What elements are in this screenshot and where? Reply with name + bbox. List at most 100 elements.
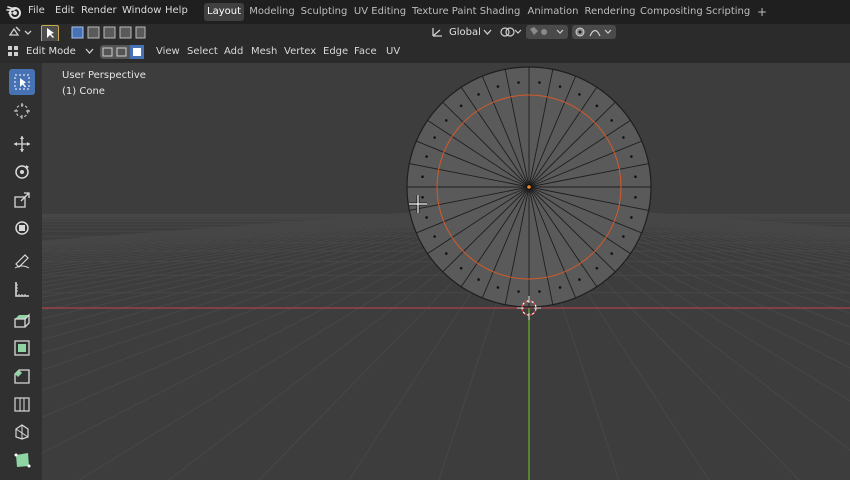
grid-line [606,212,850,243]
blender-logo-icon[interactable] [6,4,22,20]
3d-viewport[interactable]: User Perspective (1) Cone [42,63,850,480]
select-tool-settings-button[interactable] [41,25,59,42]
tab-rendering[interactable]: Rendering [584,3,636,21]
chevron-down-icon [85,48,94,54]
loop-cut-icon[interactable] [9,391,35,417]
face-dot [558,85,562,88]
menu-uv[interactable]: UV [386,46,400,57]
menu-edge[interactable]: Edge [323,46,348,57]
face-dot [634,175,637,179]
menu-file[interactable]: File [28,5,45,16]
face-dot [634,195,637,199]
move-icon[interactable] [9,131,35,157]
face-dot [538,290,541,293]
annotate-icon[interactable] [9,248,35,274]
bevel-icon[interactable] [9,363,35,389]
face-dot [622,136,625,139]
select-mode-group [100,45,144,59]
face-dot [622,235,625,238]
tab-animation[interactable]: Animation [526,3,580,21]
menu-window[interactable]: Window [122,5,161,16]
face-dot [578,278,581,281]
measure-icon[interactable] [9,276,35,302]
tab-shading[interactable]: Shading [478,3,522,21]
face-dot [610,119,614,122]
toolbar [0,63,42,480]
tab-compositing[interactable]: Compositing [640,3,703,21]
menu-vertex[interactable]: Vertex [284,46,316,57]
scale-icon[interactable] [9,187,35,213]
menu-render[interactable]: Render [81,5,117,16]
tab-scripting[interactable]: Scripting [704,3,752,21]
add-workspace-button[interactable]: + [755,3,769,21]
menu-face[interactable]: Face [354,46,377,57]
face-dot [444,252,448,255]
vertex-select-icon[interactable] [102,47,113,57]
grid-line [42,212,479,293]
editor-type-icon[interactable] [8,25,34,39]
face-dot [444,119,448,122]
tab-sculpting[interactable]: Sculpting [300,3,348,21]
face-dot [558,286,562,289]
tab-uv-editing[interactable]: UV Editing [352,3,408,21]
face-dot [421,195,424,199]
grid-line [609,212,850,241]
extrude-region-icon[interactable] [9,307,35,333]
inset-faces-icon[interactable] [9,335,35,361]
viewport-canvas [42,66,850,480]
edge-select-icon[interactable] [116,47,127,57]
face-dot [517,81,520,84]
face-dot [595,266,599,270]
mode-select[interactable]: Edit Mode [26,46,76,57]
grid-line [42,212,431,250]
knife-icon[interactable] [9,419,35,445]
pivot-point-icon[interactable] [499,25,523,39]
proportional-editing-icon [575,27,612,37]
selection-mode-icons[interactable] [70,26,146,39]
magnet-icon [530,27,564,35]
grid-line [597,212,850,248]
face-dot [538,81,541,84]
tab-modeling[interactable]: Modeling [248,3,296,21]
view-name-label: User Perspective [62,70,146,81]
face-dot [433,136,436,139]
chevron-down-icon [483,29,492,35]
active-object-label: (1) Cone [62,86,105,97]
menu-view[interactable]: View [156,46,180,57]
cursor-arrow-icon [47,28,54,38]
menu-help[interactable]: Help [165,5,188,16]
face-dot [459,266,463,270]
face-dot [630,216,633,219]
transform-orientation-icon [432,28,442,37]
transform-orientation-select[interactable]: Global [449,27,481,38]
menu-mesh[interactable]: Mesh [251,46,277,57]
menu-select[interactable]: Select [187,46,218,57]
menu-add[interactable]: Add [224,46,243,57]
face-dot [578,93,581,96]
face-dot [477,278,480,281]
tab-texture-paint[interactable]: Texture Paint [412,3,477,21]
face-dot [459,104,463,108]
cursor-icon[interactable] [9,98,35,124]
face-dot [630,155,633,158]
face-dot [433,235,436,238]
tab-layout[interactable]: Layout [204,3,244,21]
face-dot [425,216,428,219]
poly-build-icon[interactable] [9,447,35,473]
origin-dot [527,185,531,189]
grid-line [615,212,850,239]
transform-icon[interactable] [9,215,35,241]
cone-mesh [406,66,652,308]
rotate-icon[interactable] [9,159,35,185]
grid-line [600,212,850,246]
select-box-icon[interactable] [9,69,35,95]
grid-line [42,212,455,265]
snapping-group[interactable] [526,25,568,39]
top-bar: File Edit Render Window Help Layout Mode… [0,0,850,24]
proportional-editing-group[interactable] [572,25,616,39]
grid-line [612,212,850,240]
face-dot [610,252,614,255]
face-dot [477,93,480,96]
object-mode-icon [8,46,18,56]
menu-edit[interactable]: Edit [55,5,74,16]
